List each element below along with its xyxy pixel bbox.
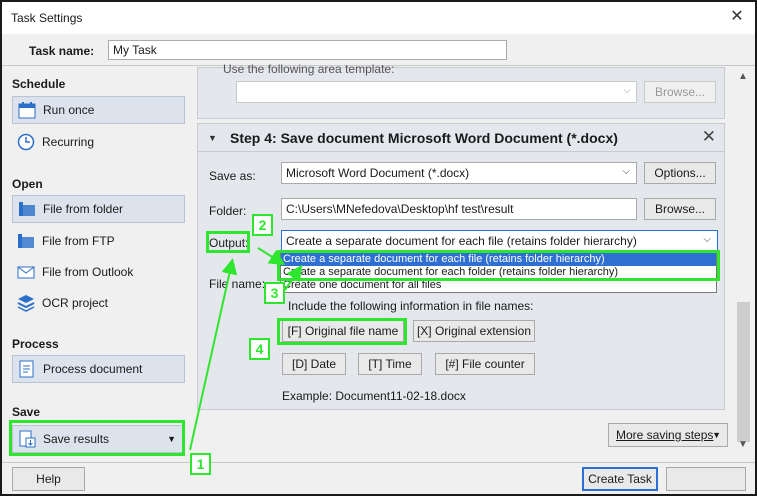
help-button[interactable]: Help (12, 467, 85, 491)
ocr-project-icon (16, 293, 36, 313)
sidebar-item-label: Run once (43, 103, 95, 117)
sidebar: Schedule Run once Recurring Open File fr… (2, 67, 191, 462)
sidebar-item-file-from-outlook[interactable]: File from Outlook (12, 258, 185, 286)
chevron-down-icon: ▼ (712, 430, 721, 440)
save-as-select[interactable]: Microsoft Word Document (*.docx) ⌵ (281, 162, 637, 184)
callout-4: 4 (249, 338, 270, 360)
previous-step-card: Use the following area template: ⌵ Brows… (197, 62, 725, 119)
chevron-down-icon[interactable]: ▼ (167, 434, 176, 444)
sidebar-item-process-document[interactable]: Process document (12, 355, 185, 383)
save-heading: Save (12, 405, 41, 419)
mail-icon (16, 262, 36, 282)
close-icon[interactable]: ✕ (727, 7, 747, 27)
sidebar-item-recurring[interactable]: Recurring (12, 128, 185, 156)
more-saving-steps-button[interactable]: More saving steps ▼ (608, 423, 728, 447)
scroll-up-icon[interactable]: ▲ (738, 71, 748, 82)
callout-3: 3 (264, 282, 285, 304)
scroll-down-icon[interactable]: ▼ (738, 439, 748, 450)
output-option-each-file[interactable]: Create a separate document for each file… (281, 253, 716, 266)
callout-1: 1 (190, 453, 211, 475)
step4-header: ▼ Step 4: Save document Microsoft Word D… (198, 124, 724, 152)
output-option-one-document[interactable]: Create one document for all files (281, 279, 716, 292)
output-dropdown-list: Create a separate document for each file… (280, 252, 717, 293)
chevron-down-icon: ⌵ (623, 85, 631, 96)
chevron-down-icon: ⌵ (703, 234, 711, 245)
token-time[interactable]: [T] Time (358, 353, 422, 375)
sidebar-item-file-from-folder[interactable]: File from folder (12, 195, 185, 223)
save-as-label: Save as: (209, 169, 256, 183)
sidebar-item-label: File from FTP (42, 234, 115, 248)
sidebar-item-label: Process document (43, 362, 143, 376)
callout-2: 2 (252, 214, 273, 236)
output-option-each-folder[interactable]: Create a separate document for each fold… (281, 266, 716, 279)
sidebar-item-file-from-ftp[interactable]: File from FTP (12, 227, 185, 255)
token-file-counter[interactable]: [#] File counter (435, 353, 535, 375)
more-saving-steps-label: More saving steps (616, 428, 714, 442)
sidebar-item-label: Save results (43, 432, 110, 446)
calendar-icon (17, 100, 37, 120)
sidebar-item-label: File from Outlook (42, 265, 134, 279)
folder-icon (17, 199, 37, 219)
task-name-label: Task name: (29, 44, 95, 58)
create-task-button[interactable]: Create Task (582, 467, 658, 491)
save-results-icon (17, 429, 37, 449)
process-heading: Process (12, 337, 59, 351)
chevron-down-icon: ⌵ (622, 166, 630, 177)
output-value: Create a separate document for each file… (286, 234, 637, 248)
sidebar-item-save-results[interactable]: Save results ▼ (12, 425, 185, 453)
collapse-icon[interactable]: ▼ (208, 133, 217, 143)
button-bar: Help Create Task (2, 462, 755, 494)
sidebar-item-label: File from folder (43, 202, 124, 216)
area-template-radio[interactable]: Use the following area template: (223, 62, 394, 76)
token-original-extension[interactable]: [X] Original extension (413, 320, 535, 342)
sidebar-item-label: OCR project (42, 296, 109, 310)
token-date[interactable]: [D] Date (282, 353, 346, 375)
include-info-text: Include the following information in fil… (288, 299, 534, 313)
scroll-thumb[interactable] (737, 302, 750, 442)
sidebar-item-run-once[interactable]: Run once (12, 96, 185, 124)
task-name-input[interactable]: My Task (108, 40, 507, 60)
output-select[interactable]: Create a separate document for each file… (281, 230, 718, 252)
output-label: Output: (209, 236, 249, 250)
open-heading: Open (12, 177, 43, 191)
token-original-file-name[interactable]: [F] Original file name (282, 320, 404, 342)
remove-step-icon[interactable]: ✕ (702, 127, 716, 147)
step4-title: Step 4: Save document Microsoft Word Doc… (230, 130, 618, 146)
clock-icon (16, 132, 36, 152)
window-title: Task Settings (11, 11, 83, 25)
area-template-select[interactable]: ⌵ (236, 81, 637, 103)
sidebar-item-ocr-project[interactable]: OCR project (12, 289, 185, 317)
folder-label: Folder: (209, 204, 247, 218)
main-scrollbar[interactable]: ▲ ▼ (734, 67, 753, 457)
browse-folder-button[interactable]: Browse... (644, 198, 716, 220)
cancel-button[interactable] (666, 467, 746, 491)
options-button[interactable]: Options... (644, 162, 716, 184)
ftp-folder-icon (16, 231, 36, 251)
document-icon (17, 359, 37, 379)
folder-input[interactable]: C:\Users\MNefedova\Desktop\hf test\resul… (281, 198, 637, 220)
schedule-heading: Schedule (12, 77, 66, 91)
sidebar-item-label: Recurring (42, 135, 95, 149)
title-bar: Task Settings ✕ (2, 2, 755, 34)
filename-example: Example: Document11-02-18.docx (282, 389, 466, 403)
browse-template-button[interactable]: Browse... (644, 81, 716, 103)
save-as-value: Microsoft Word Document (*.docx) (286, 166, 470, 180)
file-name-label: File name: (209, 277, 266, 291)
